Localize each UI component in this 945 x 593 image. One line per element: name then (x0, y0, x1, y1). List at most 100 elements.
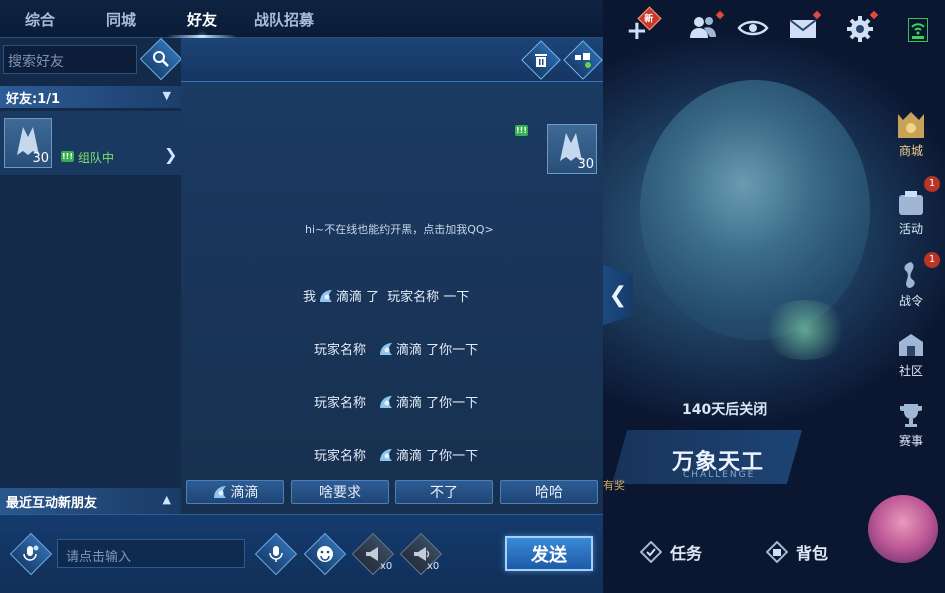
side-label: 赛事 (898, 434, 923, 448)
gear-icon[interactable] (846, 15, 874, 47)
chat-input-bar: 请点击输入 x0 x0 发送 (0, 514, 603, 593)
system-message: 玩家名称 滴滴 了你一下 (314, 339, 478, 358)
mail-icon[interactable] (789, 19, 817, 43)
message-action: 滴滴 了你一下 (396, 449, 479, 464)
loudspeaker-count: x0 (427, 561, 440, 572)
system-message: 玩家名称 滴滴 了你一下 (314, 392, 478, 411)
tab-bar: 综合 同城 好友 战队招募 (0, 0, 603, 38)
friend-manage-icon (575, 53, 591, 68)
chevron-left-icon: ❮ (608, 282, 628, 308)
community-icon (894, 330, 928, 360)
side-label: 战令 (898, 294, 923, 308)
quick-reply-label: 滴滴 (230, 485, 259, 501)
avatar: 30 (4, 118, 52, 168)
didi-icon (380, 342, 393, 355)
tab-friends[interactable]: 好友 (162, 0, 242, 38)
voice-settings-button[interactable] (9, 532, 53, 576)
backpack-button[interactable]: 背包 (766, 540, 828, 564)
friends-sidebar: 搜索好友 好友:1/1 ▼ 30 !!! 组队中 ❯ 最近互动新朋友 ▲ (0, 37, 183, 514)
system-message: 玩家名称 滴滴 了你一下 (314, 445, 478, 464)
quick-reply-button[interactable]: 哈哈 (500, 480, 598, 504)
friend-level: 30 (32, 151, 49, 166)
quick-reply-button[interactable]: 啥要求 (291, 480, 389, 504)
event-subtitle: CHALLENGE (683, 470, 756, 480)
megaphone-icon (366, 547, 378, 561)
qq-invite-link[interactable]: hi~不在线也能约开黑，点击加我QQ> (305, 221, 494, 237)
trash-icon (535, 54, 547, 67)
quick-reply-button[interactable]: 不了 (395, 480, 493, 504)
didi-icon (320, 289, 333, 302)
tasks-icon (640, 541, 662, 563)
chevron-down-icon: ▼ (162, 89, 171, 102)
message-action: 滴滴 了你一下 (396, 396, 479, 411)
partner-level: 30 (577, 157, 594, 172)
delete-button[interactable] (521, 40, 561, 80)
backpack-icon (766, 541, 788, 563)
battle-pass-icon (894, 260, 928, 290)
event-days-left: 140天后关闭 (682, 402, 768, 418)
tab-team-recruit[interactable]: 战队招募 (242, 0, 326, 38)
chevron-right-icon: ❯ (164, 145, 178, 164)
loudspeaker-icon (414, 547, 430, 561)
partner-avatar[interactable]: 30 (547, 124, 597, 174)
quick-reply-didi[interactable]: 滴滴 (186, 480, 284, 504)
battle-pass-count-badge: 1 (924, 252, 940, 268)
side-tournament[interactable]: 赛事 (891, 400, 931, 449)
friends-count: 好友:1/1 (6, 91, 61, 107)
message-prefix: 玩家名称 (314, 343, 367, 358)
spectate-eye-icon[interactable] (737, 18, 769, 42)
friend-status: 组队中 (78, 151, 115, 165)
side-label: 社区 (898, 364, 923, 378)
chevron-up-icon: ▲ (162, 493, 171, 506)
didi-icon (380, 395, 393, 408)
side-community[interactable]: 社区 (891, 330, 931, 379)
hero-avatar[interactable] (868, 495, 938, 563)
megaphone-count: x0 (380, 561, 393, 572)
chat-panel: !!! 30 hi~不在线也能约开黑，点击加我QQ> 我 滴滴 了 玩家名称 一… (181, 38, 603, 514)
message-prefix: 玩家名称 (314, 396, 367, 411)
wifi-signal-icon (908, 18, 928, 42)
backpack-label: 背包 (796, 544, 829, 563)
smiley-icon (317, 546, 333, 562)
search-friends-input[interactable]: 搜索好友 (3, 45, 137, 74)
side-label: 商城 (898, 144, 923, 158)
message-input[interactable]: 请点击输入 (57, 539, 245, 568)
friend-list-item[interactable]: 30 !!! 组队中 ❯ (0, 111, 181, 175)
tab-general[interactable]: 综合 (0, 0, 80, 38)
shop-icon (894, 110, 928, 140)
message-action: 滴滴 了你一下 (396, 343, 479, 358)
voice-input-button[interactable] (254, 532, 298, 576)
message-target: 玩家名称 一下 (387, 290, 470, 305)
search-icon (153, 51, 169, 67)
team-status-icon: !!! (515, 125, 528, 136)
side-label: 活动 (898, 222, 923, 236)
side-shop[interactable]: 商城 (891, 110, 931, 159)
tasks-label: 任务 (670, 544, 703, 563)
message-prefix: 玩家名称 (314, 449, 367, 464)
friend-settings-button[interactable] (563, 40, 603, 80)
side-battle-pass[interactable]: 战令 (891, 260, 931, 309)
chat-toolbar (181, 38, 603, 82)
collapse-panel-handle[interactable]: ❮ (603, 265, 633, 325)
recent-friends-label: 最近互动新朋友 (6, 495, 98, 511)
tab-local[interactable]: 同城 (80, 0, 162, 38)
event-reward-label: 有奖 (603, 479, 625, 492)
recent-friends-header[interactable]: 最近互动新朋友 ▲ (0, 488, 181, 514)
side-activity[interactable]: 活动 (891, 188, 931, 237)
trophy-icon (894, 400, 928, 430)
voice-settings-icon (23, 545, 39, 561)
system-message: 我 滴滴 了 玩家名称 一下 (303, 286, 469, 305)
didi-icon (380, 448, 393, 461)
friends-group-icon[interactable] (688, 14, 718, 44)
didi-icon (213, 486, 226, 498)
planet-artwork (640, 80, 870, 340)
send-button[interactable]: 发送 (505, 536, 593, 571)
search-button[interactable] (139, 37, 183, 81)
microphone-icon (269, 546, 283, 562)
tasks-button[interactable]: 任务 (640, 540, 702, 564)
friends-section-header[interactable]: 好友:1/1 ▼ (0, 86, 181, 108)
message-prefix: 我 (303, 290, 317, 305)
emoji-button[interactable] (303, 532, 347, 576)
activity-count-badge: 1 (924, 176, 940, 192)
activity-icon (894, 188, 928, 218)
